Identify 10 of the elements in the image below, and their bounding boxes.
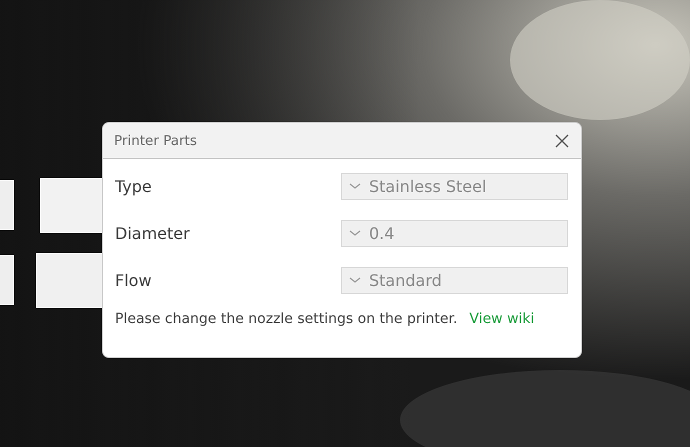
caret-icon: [349, 182, 361, 190]
info-text: Please change the nozzle settings on the printer.: [115, 311, 458, 327]
close-icon[interactable]: [555, 134, 569, 148]
dialog-title: Printer Parts: [114, 132, 197, 148]
field-label: Diameter: [115, 224, 190, 242]
caret-icon: [349, 229, 361, 237]
caret-icon: [349, 276, 361, 284]
field-label: Type: [115, 176, 152, 196]
wiki-link[interactable]: View wiki: [469, 311, 534, 327]
field-label: Flow: [115, 270, 152, 290]
